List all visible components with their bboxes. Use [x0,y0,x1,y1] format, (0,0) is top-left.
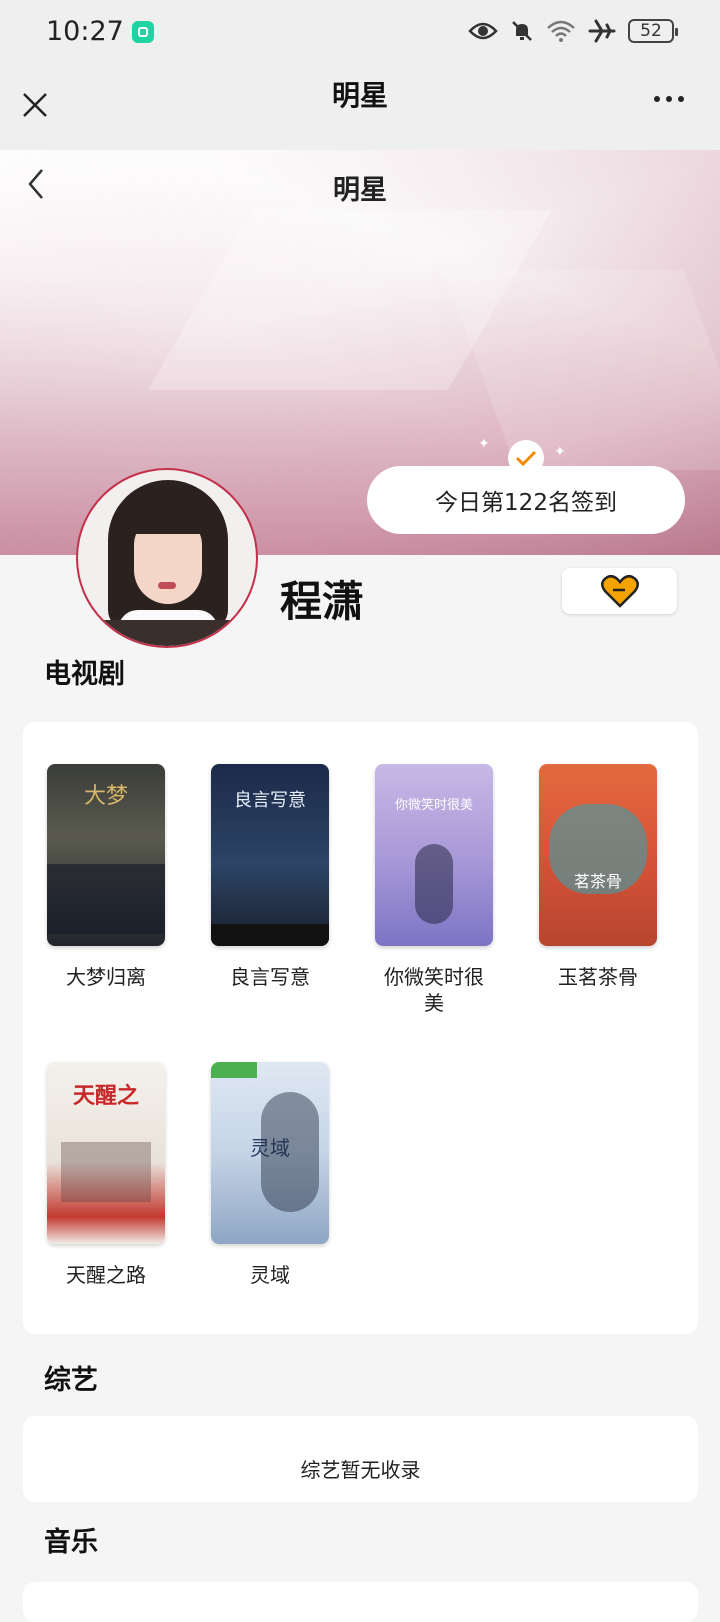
poster-image: 天醒之 [47,1062,165,1244]
poster-image: 良言写意 [211,764,329,946]
tv-item[interactable]: 大梦 大梦归离 [47,764,165,990]
variety-empty-text: 综艺暂无收录 [300,1458,421,1482]
poster-image: 你微笑时很美 [375,764,493,946]
mute-icon [512,21,532,41]
like-button[interactable] [562,568,677,614]
banner-title: 明星 [333,175,387,206]
top-nav: 明星 [0,62,720,150]
status-bar: 10:27 52 [0,0,720,62]
poster-image: 大梦 [47,764,165,946]
tv-card: 大梦 大梦归离 良言写意 良言写意 你微笑时很美 你微笑时很美 茗茶骨 玉茗茶骨… [23,722,698,1334]
more-options-icon[interactable] [654,96,684,102]
tv-item-label: 你微笑时很美 [384,965,484,1015]
avatar [76,468,258,648]
checkin-label: 今日第122名签到 [435,490,617,516]
variety-card: 综艺暂无收录 [23,1416,698,1502]
checkin-button[interactable]: 今日第122名签到 [367,466,685,534]
tv-section-title: 电视剧 [44,659,125,690]
music-card [23,1582,698,1622]
tv-item-label: 大梦归离 [66,965,146,989]
tv-item-label: 玉茗茶骨 [558,965,638,989]
tv-item[interactable]: 灵域 灵域 [211,1062,329,1288]
app-notification-icon [131,21,154,43]
variety-section-title: 综艺 [44,1365,98,1396]
poster-image: 茗茶骨 [539,764,657,946]
tv-item-label: 良言写意 [230,965,310,989]
tv-item-label: 天醒之路 [66,1263,146,1287]
battery-indicator: 52 [628,19,678,43]
tv-item[interactable]: 你微笑时很美 你微笑时很美 [375,764,493,1016]
eye-icon [468,22,498,40]
check-icon [508,440,544,476]
tv-item[interactable]: 茗茶骨 玉茗茶骨 [539,764,657,990]
poster-image: 灵域 [211,1062,329,1244]
music-section-title: 音乐 [44,1527,98,1558]
heart-icon [600,574,639,608]
airplane-icon [588,19,616,43]
status-time: 10:27 [46,15,124,47]
tv-item-label: 灵域 [250,1263,290,1287]
tv-item[interactable]: 天醒之 天醒之路 [47,1062,165,1288]
sparkle-icon: ✦ [478,436,490,452]
status-icons: 52 [468,19,678,43]
sparkle-icon: ✦ [554,444,566,460]
tv-item[interactable]: 良言写意 良言写意 [211,764,329,990]
page-title: 明星 [331,79,388,112]
star-name: 程潇 [280,577,365,626]
wifi-icon [547,20,575,42]
